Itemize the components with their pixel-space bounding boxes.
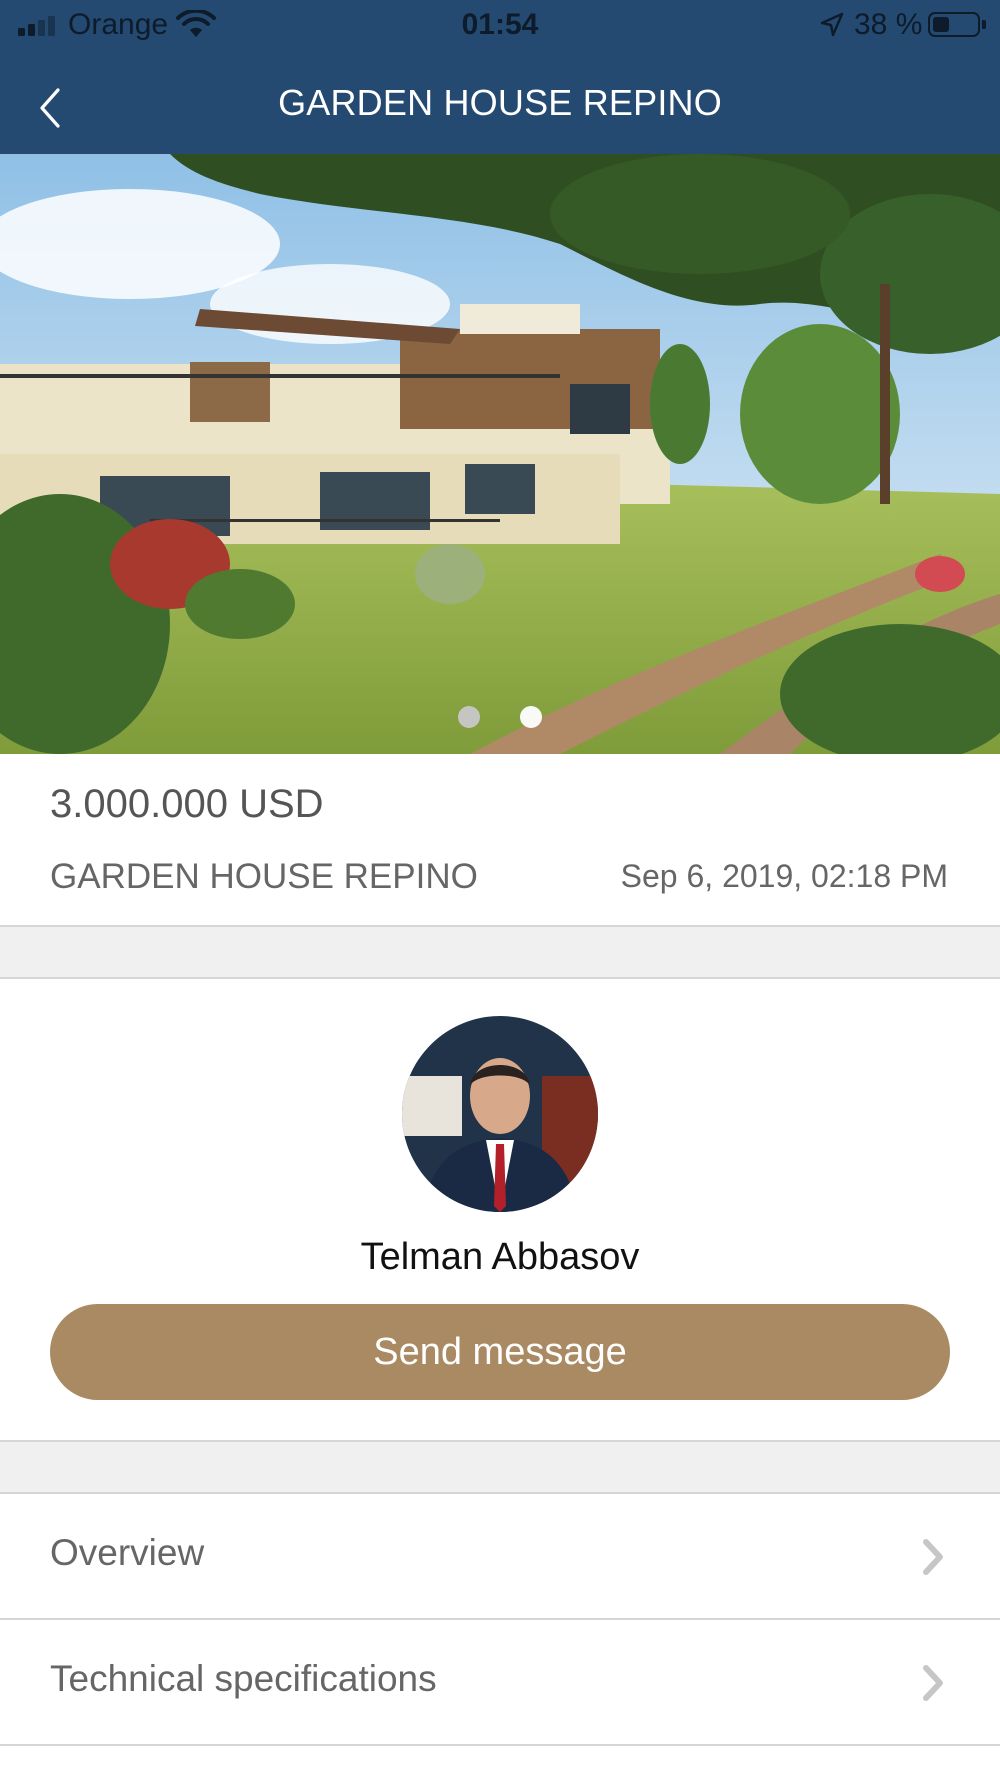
nav-bar: GARDEN HOUSE REPINO (0, 60, 1000, 154)
status-bar: Orange 01:54 38 % (0, 0, 1000, 54)
battery-icon (928, 12, 986, 37)
pagination-dot[interactable] (457, 706, 480, 728)
top-bar: Orange 01:54 38 % GARDEN HOUSE REPINO (0, 0, 1000, 154)
menu-item-technical-specifications[interactable]: Technical specifications (0, 1620, 1000, 1746)
pagination-dot[interactable] (520, 706, 543, 728)
section-divider (0, 925, 1000, 979)
menu-item-label: Overview (50, 1532, 205, 1573)
chevron-right-icon (923, 1665, 943, 1701)
location-arrow-icon (820, 12, 844, 37)
clock: 01:54 (461, 8, 539, 41)
chevron-right-icon (923, 1539, 943, 1575)
pagination-dots (0, 706, 1000, 733)
page-title: GARDEN HOUSE REPINO (278, 82, 722, 123)
battery-percent: 38 % (854, 8, 923, 41)
menu-item-label: Technical specifications (50, 1658, 437, 1699)
send-message-button[interactable]: Send message (50, 1304, 950, 1400)
section-divider (0, 1440, 1000, 1494)
property-image-carousel[interactable] (0, 154, 1000, 754)
agent-avatar (402, 1016, 598, 1212)
listing-price: 3.000.000 USD (50, 782, 324, 826)
listing-title: GARDEN HOUSE REPINO (50, 857, 478, 896)
agent-name: Telman Abbasov (360, 1236, 640, 1278)
listing-date: Sep 6, 2019, 02:18 PM (620, 858, 948, 894)
menu-item-overview[interactable]: Overview (0, 1494, 1000, 1620)
row-divider (0, 1744, 1000, 1746)
property-render-image (0, 154, 1000, 754)
